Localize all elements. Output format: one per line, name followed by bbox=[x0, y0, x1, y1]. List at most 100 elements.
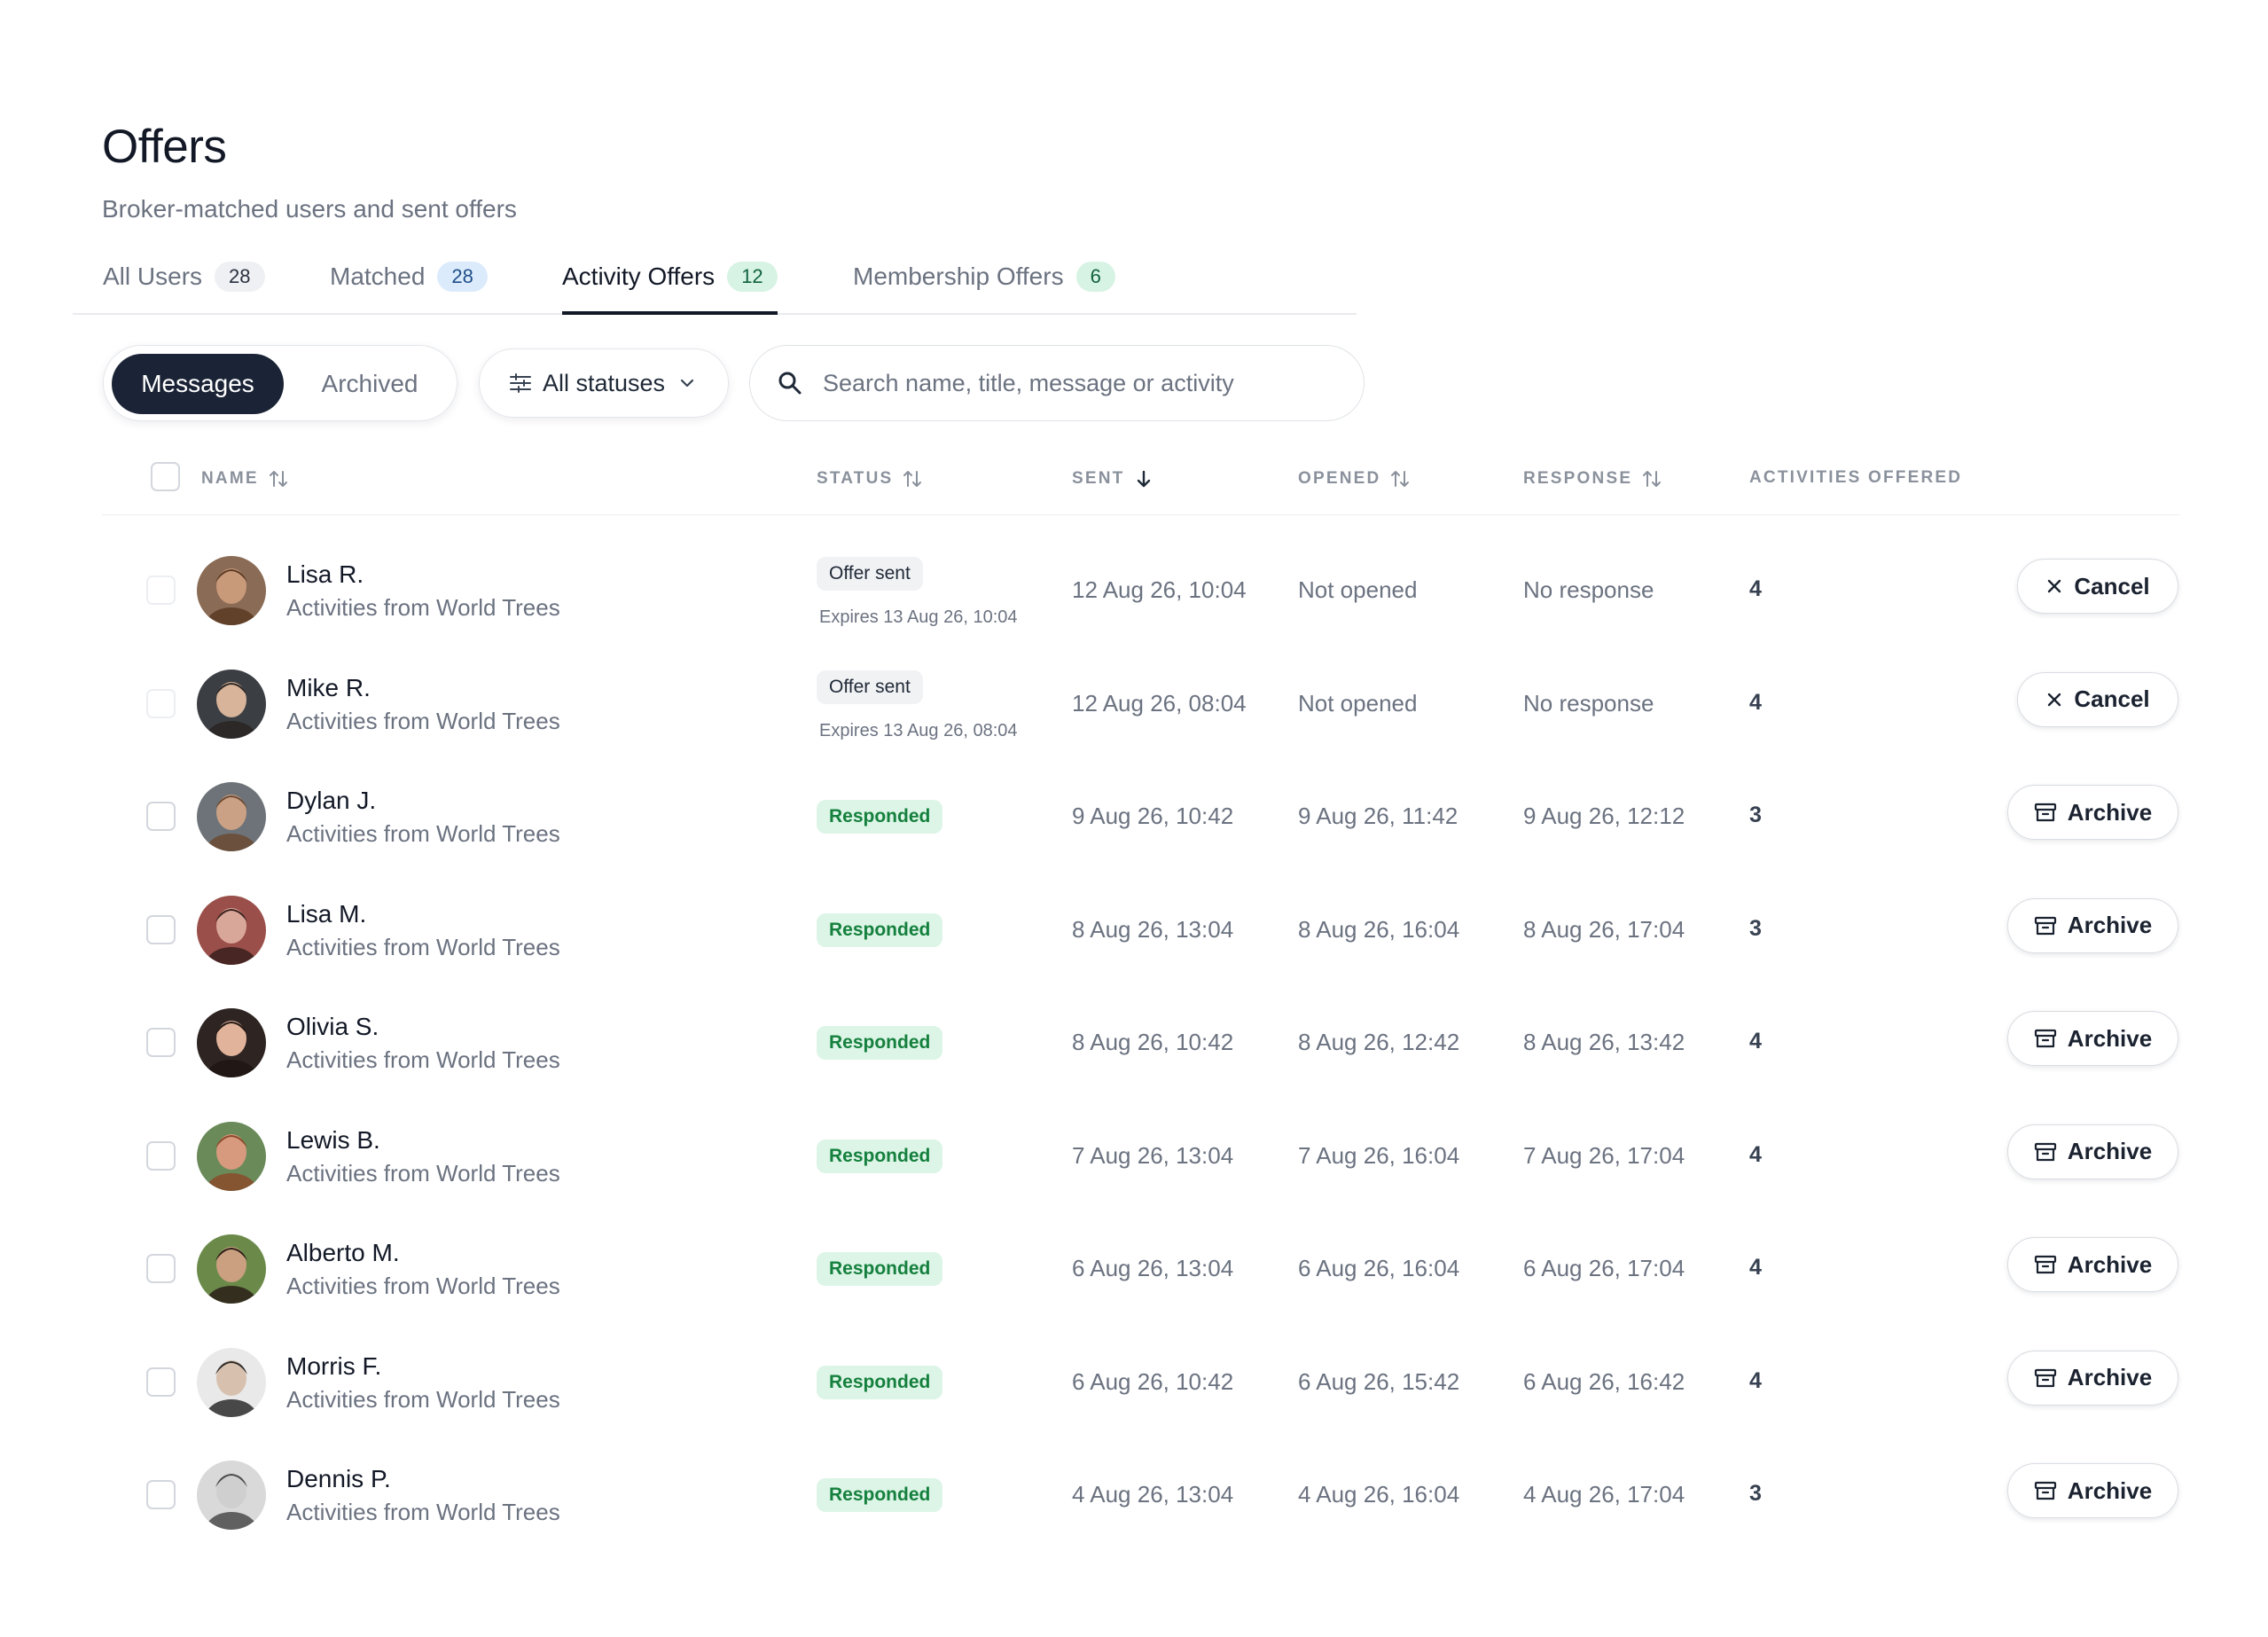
response-time: No response bbox=[1523, 689, 1654, 717]
tab-label: Activity Offers bbox=[562, 262, 716, 290]
status-badge: Responded bbox=[817, 1252, 943, 1286]
row-name: Mike R. bbox=[286, 673, 371, 701]
tab-all-users[interactable]: All Users 28 bbox=[103, 259, 265, 313]
action-label: Archive bbox=[2067, 1364, 2153, 1390]
row-checkbox[interactable] bbox=[146, 576, 176, 605]
table-row[interactable]: Lisa M. Activities from World Trees Respon… bbox=[102, 873, 2180, 987]
column-header-response[interactable]: RESPONSE bbox=[1523, 468, 1662, 490]
table-row[interactable]: Dennis P. Activities from World Trees Resp… bbox=[102, 1438, 2180, 1552]
table-row[interactable]: Lewis B. Activities from World Trees Respo… bbox=[102, 1100, 2180, 1213]
tab-activity-offers[interactable]: Activity Offers 12 bbox=[562, 259, 778, 315]
table-header: NAME STATUS SENT OPENED RESPONSE ACTIVIT… bbox=[102, 448, 2180, 515]
tab-matched[interactable]: Matched 28 bbox=[330, 259, 488, 313]
column-label: RESPONSE bbox=[1523, 469, 1633, 488]
column-header-sent[interactable]: SENT bbox=[1072, 468, 1154, 490]
table-row[interactable]: Dylan J. Activities from World Trees Respo… bbox=[102, 760, 2180, 873]
archive-button[interactable]: Archive bbox=[2007, 1011, 2178, 1066]
search-input[interactable] bbox=[823, 369, 1355, 397]
opened-time: 6 Aug 26, 15:42 bbox=[1298, 1367, 1460, 1395]
column-header-status[interactable]: STATUS bbox=[817, 468, 923, 490]
status-badge: Responded bbox=[817, 912, 943, 947]
avatar bbox=[197, 1008, 266, 1077]
sent-time: 7 Aug 26, 13:04 bbox=[1072, 1141, 1234, 1169]
messages-toggle-button[interactable]: Messages bbox=[112, 354, 284, 414]
page-title: Offers bbox=[102, 121, 227, 173]
archived-toggle-button[interactable]: Archived bbox=[290, 354, 450, 414]
row-subtitle: Activities from World Trees bbox=[286, 1046, 560, 1073]
row-name: Alberto M. bbox=[286, 1239, 400, 1266]
tab-membership-offers[interactable]: Membership Offers 6 bbox=[853, 259, 1115, 313]
sent-time: 9 Aug 26, 10:42 bbox=[1072, 803, 1234, 829]
status-badge: Responded bbox=[817, 1478, 943, 1512]
status-badge: Responded bbox=[817, 1026, 943, 1060]
status-filter-dropdown[interactable]: All statuses bbox=[479, 349, 729, 418]
column-label: ACTIVITIES OFFERED bbox=[1749, 468, 1963, 487]
select-all-checkbox[interactable] bbox=[151, 462, 180, 491]
table-row[interactable]: Mike R. Activities from World Trees Offer … bbox=[102, 647, 2180, 761]
table-row[interactable]: Alberto M. Activities from World Trees Res… bbox=[102, 1212, 2180, 1326]
response-time: 8 Aug 26, 13:42 bbox=[1523, 1029, 1685, 1055]
row-subtitle: Activities from World Trees bbox=[286, 1499, 560, 1525]
expires-text: Expires 13 Aug 26, 10:04 bbox=[819, 607, 1018, 627]
cancel-button[interactable]: Cancel bbox=[2017, 671, 2178, 727]
table-row[interactable]: Lisa R. Activities from World Trees Offer … bbox=[102, 534, 2180, 647]
arrow-down-icon bbox=[1138, 470, 1151, 488]
row-checkbox[interactable] bbox=[146, 1254, 176, 1283]
opened-time: 8 Aug 26, 12:42 bbox=[1298, 1029, 1460, 1055]
opened-time: 7 Aug 26, 16:04 bbox=[1298, 1141, 1460, 1169]
tab-count-badge: 28 bbox=[437, 262, 488, 292]
row-checkbox[interactable] bbox=[146, 1367, 176, 1397]
avatar bbox=[197, 669, 266, 739]
activities-offered-count: 4 bbox=[1749, 1029, 1762, 1053]
sort-icon bbox=[1391, 471, 1410, 487]
opened-time: 8 Aug 26, 16:04 bbox=[1298, 915, 1460, 943]
response-time: 7 Aug 26, 17:04 bbox=[1523, 1141, 1685, 1169]
row-checkbox[interactable] bbox=[146, 1028, 176, 1057]
action-label: Cancel bbox=[2074, 572, 2150, 599]
row-subtitle: Activities from World Trees bbox=[286, 1159, 560, 1187]
cancel-button[interactable]: Cancel bbox=[2017, 559, 2178, 614]
sort-icon bbox=[1643, 471, 1662, 487]
row-checkbox[interactable] bbox=[146, 688, 176, 718]
archive-button[interactable]: Archive bbox=[2007, 1463, 2178, 1518]
archive-button[interactable]: Archive bbox=[2007, 1237, 2178, 1292]
row-name: Olivia S. bbox=[286, 1013, 379, 1040]
table-row[interactable]: Olivia S. Activities from World Trees Resp… bbox=[102, 986, 2180, 1100]
search-box bbox=[749, 345, 1365, 421]
avatar bbox=[197, 1347, 266, 1417]
tab-bar: All Users 28 Matched 28 Activity Offers … bbox=[73, 248, 1357, 315]
column-header-opened[interactable]: OPENED bbox=[1298, 468, 1411, 490]
archive-button[interactable]: Archive bbox=[2007, 785, 2178, 840]
action-label: Archive bbox=[2067, 798, 2153, 826]
action-label: Archive bbox=[2067, 912, 2153, 938]
tab-label: All Users bbox=[103, 262, 203, 290]
response-time: 4 Aug 26, 17:04 bbox=[1523, 1481, 1685, 1508]
opened-time: Not opened bbox=[1298, 689, 1418, 717]
archive-button[interactable]: Archive bbox=[2007, 897, 2178, 953]
avatar bbox=[197, 556, 266, 625]
avatar bbox=[197, 782, 266, 851]
activities-offered-count: 4 bbox=[1749, 576, 1762, 601]
activities-offered-count: 4 bbox=[1749, 1141, 1762, 1167]
archive-icon bbox=[2034, 1029, 2056, 1048]
archive-button[interactable]: Archive bbox=[2007, 1350, 2178, 1406]
view-toggle: Messages Archived bbox=[103, 345, 458, 421]
response-time: 8 Aug 26, 17:04 bbox=[1523, 915, 1685, 943]
activities-offered-count: 3 bbox=[1749, 915, 1762, 941]
row-checkbox[interactable] bbox=[146, 914, 176, 944]
archive-icon bbox=[2034, 1368, 2056, 1387]
archive-icon bbox=[2034, 1142, 2056, 1161]
sent-time: 6 Aug 26, 13:04 bbox=[1072, 1255, 1234, 1281]
opened-time: Not opened bbox=[1298, 576, 1418, 603]
row-name: Lewis B. bbox=[286, 1125, 380, 1154]
row-name: Morris F. bbox=[286, 1351, 382, 1380]
close-icon bbox=[2048, 693, 2061, 706]
table-row[interactable]: Morris F. Activities from World Trees Resp… bbox=[102, 1326, 2180, 1439]
column-header-name[interactable]: NAME bbox=[201, 468, 289, 490]
row-checkbox[interactable] bbox=[146, 1480, 176, 1509]
opened-time: 9 Aug 26, 11:42 bbox=[1298, 803, 1459, 829]
archive-button[interactable]: Archive bbox=[2007, 1124, 2178, 1179]
sent-time: 8 Aug 26, 10:42 bbox=[1072, 1029, 1234, 1055]
row-checkbox[interactable] bbox=[146, 802, 176, 831]
row-checkbox[interactable] bbox=[146, 1140, 176, 1171]
